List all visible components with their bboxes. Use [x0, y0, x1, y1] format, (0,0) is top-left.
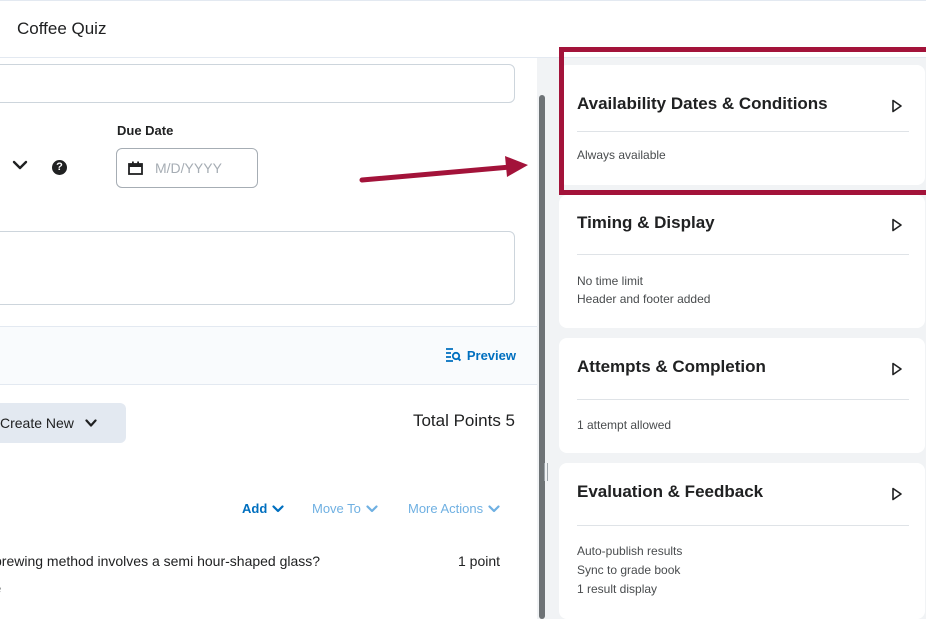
highlight-box: [559, 47, 926, 195]
card-title: Evaluation & Feedback: [577, 482, 764, 501]
chevron-down-icon: [366, 504, 378, 512]
more-actions-button[interactable]: More Actions: [408, 501, 500, 516]
chevron-down-icon: [488, 504, 500, 512]
card-summary: Header and footer added: [577, 292, 711, 306]
move-to-label: Move To: [312, 501, 361, 516]
preview-link[interactable]: Preview: [445, 347, 516, 363]
card-summary: 1 result display: [577, 582, 658, 596]
help-icon[interactable]: ?: [52, 160, 67, 175]
card-title: Attempts & Completion: [577, 357, 766, 376]
chevron-down-icon: [272, 504, 284, 512]
card-summary: 1 attempt allowed: [577, 418, 672, 432]
calendar-icon: [128, 161, 143, 175]
card-summary: No time limit: [577, 274, 644, 288]
quiz-editor: Coffee Quiz ? Due Date M/D/YYYY Preview …: [0, 0, 926, 619]
play-arrow-icon[interactable]: [891, 487, 903, 501]
question-points: 1 point: [458, 553, 501, 569]
card-attempts-completion[interactable]: Attempts & Completion 1 attempt allowed: [559, 338, 925, 453]
add-label: Add: [242, 501, 268, 516]
due-date-placeholder: M/D/YYYY: [155, 160, 222, 176]
card-divider: [577, 525, 909, 526]
chevron-down-icon: [85, 419, 97, 427]
description-input[interactable]: [0, 231, 515, 305]
card-divider: [577, 399, 909, 400]
chevron-down-icon[interactable]: [12, 159, 28, 171]
move-to-button[interactable]: Move To: [312, 501, 378, 516]
create-new-button[interactable]: Create New: [0, 403, 126, 443]
page-title: Coffee Quiz: [17, 19, 107, 38]
total-points: Total Points 5: [412, 411, 515, 430]
card-summary: Sync to grade book: [577, 563, 681, 577]
play-arrow-icon[interactable]: [891, 218, 903, 232]
preview-label: Preview: [466, 347, 516, 363]
due-date-label: Due Date: [117, 123, 174, 138]
card-summary: Auto-publish results: [577, 544, 683, 558]
card-evaluation-feedback[interactable]: Evaluation & Feedback Auto-publish resul…: [559, 463, 925, 619]
due-date-input[interactable]: M/D/YYYY: [116, 148, 258, 188]
card-timing-display[interactable]: Timing & Display No time limit Header an…: [559, 195, 925, 328]
more-actions-label: More Actions: [408, 501, 484, 516]
main-panel: ? Due Date M/D/YYYY Preview Create New T…: [0, 58, 537, 619]
quiz-name-input[interactable]: [0, 64, 515, 103]
card-title: Timing & Display: [577, 213, 715, 232]
create-new-label: Create New: [0, 415, 74, 431]
question-text[interactable]: brewing method involves a semi hour-shap…: [0, 553, 320, 569]
scrollbar-thumb[interactable]: [539, 95, 545, 619]
preview-icon: [445, 348, 461, 362]
divider: [0, 384, 537, 385]
card-divider: [577, 254, 909, 255]
question-subtext: e: [0, 581, 1, 596]
divider: [0, 326, 537, 327]
add-menu-button[interactable]: Add: [242, 501, 284, 516]
play-arrow-icon[interactable]: [891, 362, 903, 376]
resize-handle[interactable]: [544, 463, 548, 481]
